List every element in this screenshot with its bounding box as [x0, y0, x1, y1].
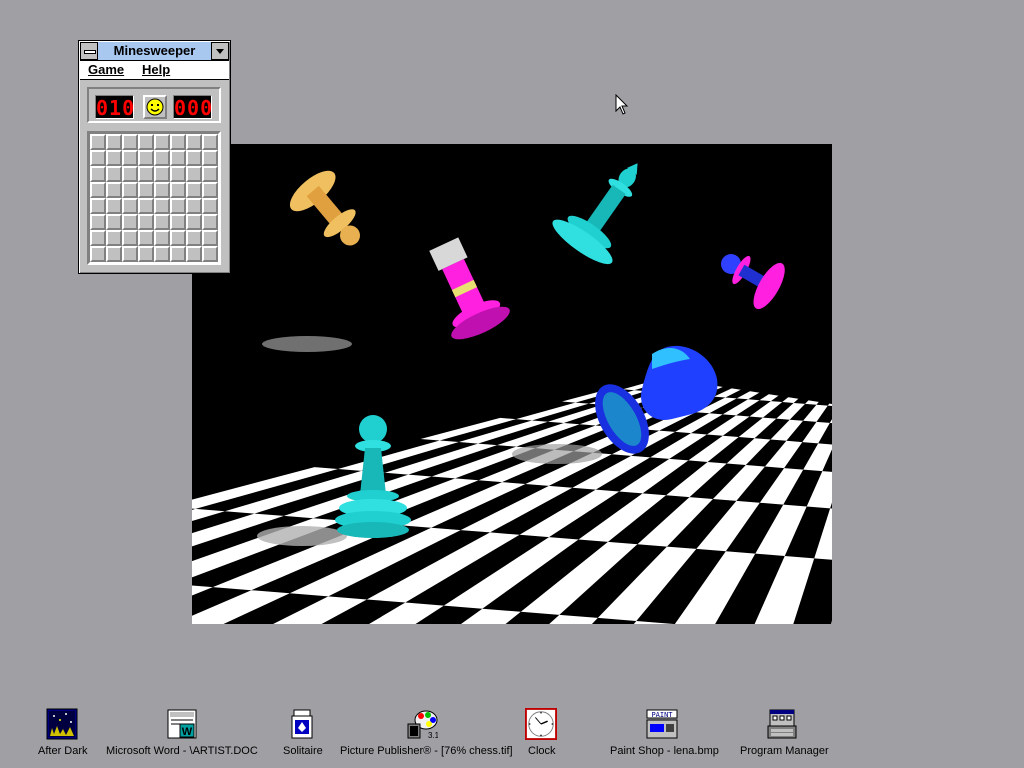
- mine-cell[interactable]: [202, 230, 218, 246]
- mine-cell[interactable]: [106, 166, 122, 182]
- mine-cell[interactable]: [138, 134, 154, 150]
- mine-cell[interactable]: [170, 214, 186, 230]
- smiley-face-icon: [146, 98, 164, 116]
- mine-cell[interactable]: [186, 134, 202, 150]
- mine-cell[interactable]: [170, 150, 186, 166]
- mine-cell[interactable]: [90, 150, 106, 166]
- icon-label: Paint Shop - lena.bmp: [610, 745, 719, 757]
- svg-text:PAINT: PAINT: [651, 711, 673, 719]
- icon-label: Microsoft Word - \ARTIST.DOC: [106, 745, 258, 757]
- mine-cell[interactable]: [154, 230, 170, 246]
- mine-cell[interactable]: [106, 230, 122, 246]
- icon-label: Solitaire: [283, 745, 323, 757]
- mine-cell[interactable]: [202, 166, 218, 182]
- mine-cell[interactable]: [186, 150, 202, 166]
- mine-cell[interactable]: [202, 150, 218, 166]
- word-icon: W: [167, 709, 197, 739]
- title-bar[interactable]: Minesweeper: [80, 42, 229, 61]
- svg-text:3.1: 3.1: [428, 731, 438, 740]
- mine-cell[interactable]: [106, 198, 122, 214]
- mine-cell[interactable]: [90, 166, 106, 182]
- mine-cell[interactable]: [170, 230, 186, 246]
- mine-cell[interactable]: [186, 230, 202, 246]
- mine-cell[interactable]: [170, 182, 186, 198]
- mine-cell[interactable]: [186, 182, 202, 198]
- mine-cell[interactable]: [154, 150, 170, 166]
- mine-cell[interactable]: [122, 150, 138, 166]
- after-dark-icon: [46, 708, 78, 740]
- mine-cell[interactable]: [122, 214, 138, 230]
- mine-field[interactable]: [87, 131, 221, 265]
- new-game-button[interactable]: [143, 95, 167, 119]
- mine-cell[interactable]: [154, 134, 170, 150]
- mine-cell[interactable]: [202, 246, 218, 262]
- mine-cell[interactable]: [122, 182, 138, 198]
- mine-cell[interactable]: [138, 246, 154, 262]
- icon-label: Picture Publisher® - [76% chess.tif]: [340, 745, 513, 757]
- window-title: Minesweeper: [113, 43, 196, 58]
- mine-cell[interactable]: [138, 230, 154, 246]
- mine-cell[interactable]: [202, 134, 218, 150]
- mine-cell[interactable]: [138, 214, 154, 230]
- mine-cell[interactable]: [122, 166, 138, 182]
- paint-shop-icon: PAINT: [646, 709, 678, 739]
- mine-cell[interactable]: [186, 214, 202, 230]
- picture-publisher-icon: 3.1: [407, 710, 438, 740]
- system-menu-button[interactable]: [80, 42, 98, 60]
- icon-label: After Dark: [38, 745, 88, 757]
- mine-cell[interactable]: [138, 150, 154, 166]
- mine-cell[interactable]: [90, 198, 106, 214]
- mine-cell[interactable]: [186, 246, 202, 262]
- mine-cell[interactable]: [138, 198, 154, 214]
- mine-cell[interactable]: [170, 198, 186, 214]
- mine-cell[interactable]: [202, 214, 218, 230]
- mine-cell[interactable]: [106, 182, 122, 198]
- mine-cell[interactable]: [122, 134, 138, 150]
- mouse-pointer-icon: [615, 94, 629, 115]
- icon-label: Program Manager: [740, 745, 829, 757]
- program-manager-icon: [767, 709, 797, 739]
- mine-cell[interactable]: [154, 246, 170, 262]
- menu-game[interactable]: Game: [88, 62, 124, 77]
- clock-icon: [525, 708, 557, 740]
- mine-cell[interactable]: [154, 182, 170, 198]
- mine-cell[interactable]: [106, 150, 122, 166]
- mine-cell[interactable]: [138, 166, 154, 182]
- icon-label: Clock: [528, 745, 556, 757]
- solitaire-icon: [291, 709, 313, 739]
- chess-svg: [192, 144, 832, 624]
- mine-cell[interactable]: [106, 214, 122, 230]
- mine-cell[interactable]: [170, 166, 186, 182]
- timer-display: 000: [173, 95, 214, 120]
- mine-cell[interactable]: [122, 230, 138, 246]
- menu-help[interactable]: Help: [142, 62, 170, 77]
- mine-cell[interactable]: [202, 198, 218, 214]
- mine-cell[interactable]: [202, 182, 218, 198]
- mine-cell[interactable]: [106, 246, 122, 262]
- mine-counter: 010: [95, 95, 136, 120]
- mine-cell[interactable]: [90, 246, 106, 262]
- mine-cell[interactable]: [186, 166, 202, 182]
- mine-cell[interactable]: [154, 214, 170, 230]
- mine-cell[interactable]: [138, 182, 154, 198]
- mine-cell[interactable]: [170, 246, 186, 262]
- mine-cell[interactable]: [106, 134, 122, 150]
- mine-cell[interactable]: [90, 182, 106, 198]
- menu-bar: Game Help: [80, 61, 229, 80]
- minimize-button[interactable]: [211, 42, 229, 60]
- chess-picture: [192, 144, 832, 624]
- mine-cell[interactable]: [122, 246, 138, 262]
- mine-cell[interactable]: [186, 198, 202, 214]
- svg-text:W: W: [182, 726, 193, 738]
- mine-cell[interactable]: [154, 198, 170, 214]
- status-panel: 010 000: [87, 87, 221, 123]
- minesweeper-window[interactable]: Minesweeper Game Help 010 000: [78, 40, 231, 274]
- mine-cell[interactable]: [90, 230, 106, 246]
- mine-cell[interactable]: [154, 166, 170, 182]
- mine-cell[interactable]: [90, 134, 106, 150]
- mine-cell[interactable]: [170, 134, 186, 150]
- mine-cell[interactable]: [122, 198, 138, 214]
- mine-cell[interactable]: [90, 214, 106, 230]
